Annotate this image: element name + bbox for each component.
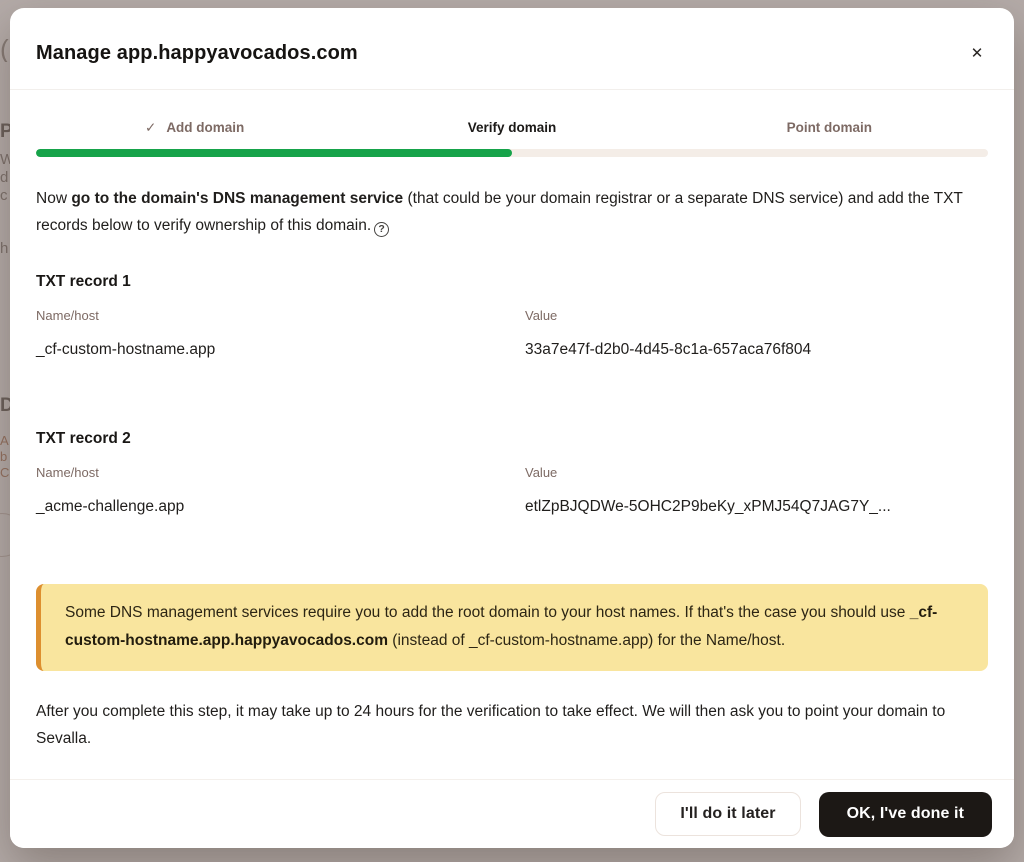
background-page-fragment: h (0, 241, 10, 256)
header-divider (10, 89, 1014, 90)
background-page-fragment: A (0, 434, 10, 447)
background-page-fragment: W (0, 152, 10, 167)
step-add-domain: ✓ Add domain (36, 120, 353, 136)
instructions-bold: go to the domain's DNS management servic… (71, 190, 403, 207)
background-page-fragment: ( (0, 36, 10, 62)
help-icon[interactable]: ? (374, 222, 389, 237)
name-host-label: Name/host (36, 308, 525, 323)
dns-root-domain-callout: Some DNS management services require you… (36, 584, 988, 671)
txt-record-1-labels: Name/host Value (36, 308, 988, 323)
background-page-fragment: d (0, 170, 10, 185)
progress-bar (36, 149, 988, 157)
txt-record-2-labels: Name/host Value (36, 465, 988, 480)
progress-bar-fill (36, 149, 512, 157)
background-page-fragment: D (0, 396, 10, 415)
record-2-name: _acme-challenge.app (36, 498, 525, 516)
verification-time-note: After you complete this step, it may tak… (36, 698, 988, 752)
stepper: ✓ Add domain Verify domain Point domain (36, 120, 988, 136)
ok-done-button[interactable]: OK, I've done it (819, 792, 992, 837)
txt-record-2-values: _acme-challenge.app etlZpBJQDWe-5OHC2P9b… (36, 498, 988, 516)
step-point-domain: Point domain (671, 120, 988, 136)
value-label: Value (525, 465, 988, 480)
callout-post: (instead of _cf-custom-hostname.app) for… (388, 632, 785, 649)
step-label: Add domain (166, 120, 244, 135)
modal-title: Manage app.happyavocados.com (36, 42, 358, 65)
name-host-label: Name/host (36, 465, 525, 480)
record-1-name: _cf-custom-hostname.app (36, 341, 525, 359)
record-1-value: 33a7e47f-d2b0-4d45-8c1a-657aca76f804 (525, 341, 988, 359)
do-it-later-button[interactable]: I'll do it later (655, 792, 800, 836)
instructions-text: Now go to the domain's DNS management se… (36, 185, 988, 239)
step-verify-domain: Verify domain (353, 120, 670, 136)
txt-record-1-values: _cf-custom-hostname.app 33a7e47f-d2b0-4d… (36, 341, 988, 359)
record-2-value: etlZpBJQDWe-5OHC2P9beKy_xPMJ54Q7JAG7Y_..… (525, 498, 988, 516)
txt-record-2-heading: TXT record 2 (36, 430, 988, 448)
background-page-fragment: C (0, 466, 10, 479)
close-icon[interactable]: ✕ (960, 36, 994, 70)
modal-footer: I'll do it later OK, I've done it (10, 779, 1014, 848)
background-page-fragment: P (0, 122, 10, 141)
manage-domain-modal: Manage app.happyavocados.com ✕ ✓ Add doma… (10, 8, 1014, 848)
background-page-fragment: c (0, 188, 10, 203)
callout-pre: Some DNS management services require you… (65, 604, 910, 621)
instructions-pre: Now (36, 190, 71, 207)
check-icon: ✓ (145, 120, 156, 135)
step-label: Verify domain (468, 120, 557, 135)
txt-record-1-heading: TXT record 1 (36, 273, 988, 291)
value-label: Value (525, 308, 988, 323)
step-label: Point domain (787, 120, 873, 135)
background-page-fragment: b (0, 450, 10, 463)
